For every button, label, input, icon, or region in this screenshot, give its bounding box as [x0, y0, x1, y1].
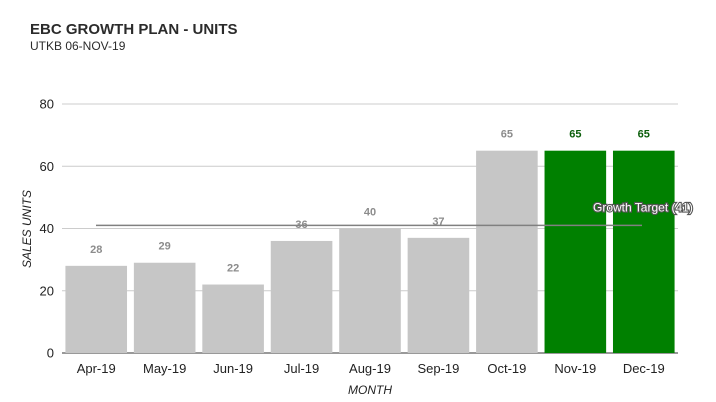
bar-chart: 0 20 40 60 80 Growth Target (41) 28 29 22 36 40 3…: [20, 97, 694, 398]
bar-nov-19: [544, 150, 607, 353]
data-label: 65: [569, 129, 581, 141]
bar-dec-19: [612, 150, 675, 353]
x-tick-label: Jul-19: [284, 361, 319, 376]
x-tick-label: Aug-19: [349, 361, 391, 376]
y-tick-label: 80: [40, 97, 54, 112]
data-label: 29: [159, 241, 171, 253]
data-label: 37: [432, 216, 444, 228]
data-label: 65: [638, 129, 650, 141]
bar-apr-19: [65, 265, 128, 353]
bar-jun-19: [202, 284, 264, 353]
bars: [65, 150, 675, 353]
x-tick-label: Sep-19: [417, 361, 459, 376]
data-label: 65: [501, 129, 513, 141]
bar-may-19: [133, 262, 196, 353]
data-label: 28: [90, 244, 102, 256]
y-tick-label: 40: [40, 221, 54, 236]
data-label: 22: [227, 263, 239, 275]
x-tick-label: May-19: [143, 361, 186, 376]
y-tick-label: 20: [40, 283, 54, 298]
data-label: 36: [295, 219, 307, 231]
x-tick-label: Dec-19: [623, 361, 665, 376]
x-tick-label: Apr-19: [77, 361, 116, 376]
x-tick-label: Nov-19: [554, 361, 596, 376]
y-axis-label: SALES UNITS: [20, 190, 34, 268]
y-tick-label: 60: [40, 159, 54, 174]
growth-target-label: Growth Target (41): [593, 200, 693, 214]
y-tick-label: 0: [47, 346, 54, 361]
y-axis-ticks: 0 20 40 60 80: [40, 97, 54, 361]
bar-jul-19: [270, 240, 333, 353]
x-tick-label: Oct-19: [487, 361, 526, 376]
x-tick-label: Jun-19: [213, 361, 253, 376]
data-label: 40: [364, 207, 376, 219]
bar-sep-19: [407, 237, 470, 353]
x-axis-label: MONTH: [348, 383, 392, 397]
bar-aug-19: [339, 228, 401, 353]
x-axis-ticks: Apr-19 May-19 Jun-19 Jul-19 Aug-19 Sep-19 Oct-…: [77, 361, 665, 376]
bar-oct-19: [476, 150, 538, 353]
